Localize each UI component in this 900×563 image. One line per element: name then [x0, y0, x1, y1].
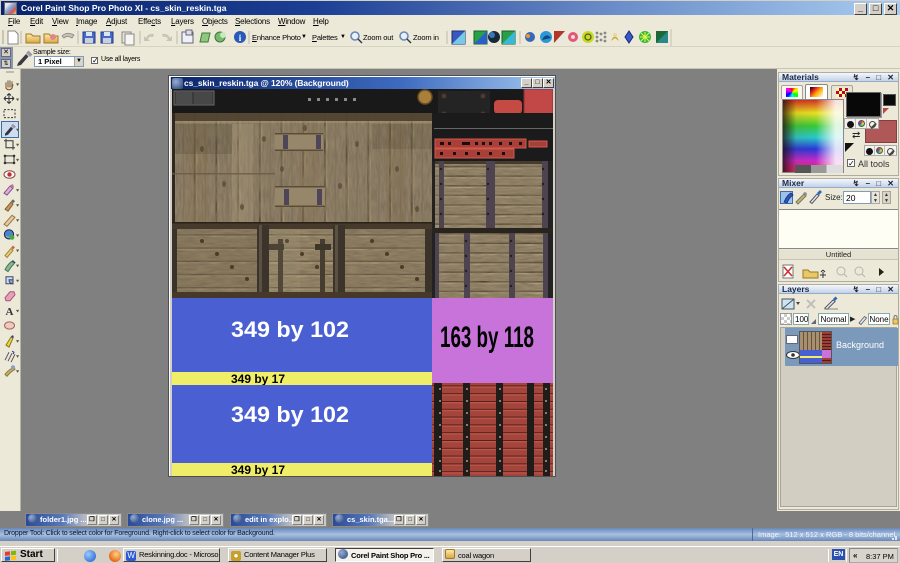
- svg-text:349 by 17: 349 by 17: [231, 465, 285, 476]
- svg-text:349 by 102: 349 by 102: [231, 317, 349, 342]
- svg-text:349 by 102: 349 by 102: [231, 402, 349, 427]
- svg-text:163 by 118: 163 by 118: [440, 321, 534, 354]
- svg-text:349 by 17: 349 by 17: [231, 374, 285, 386]
- svg-text:A: A: [6, 306, 14, 318]
